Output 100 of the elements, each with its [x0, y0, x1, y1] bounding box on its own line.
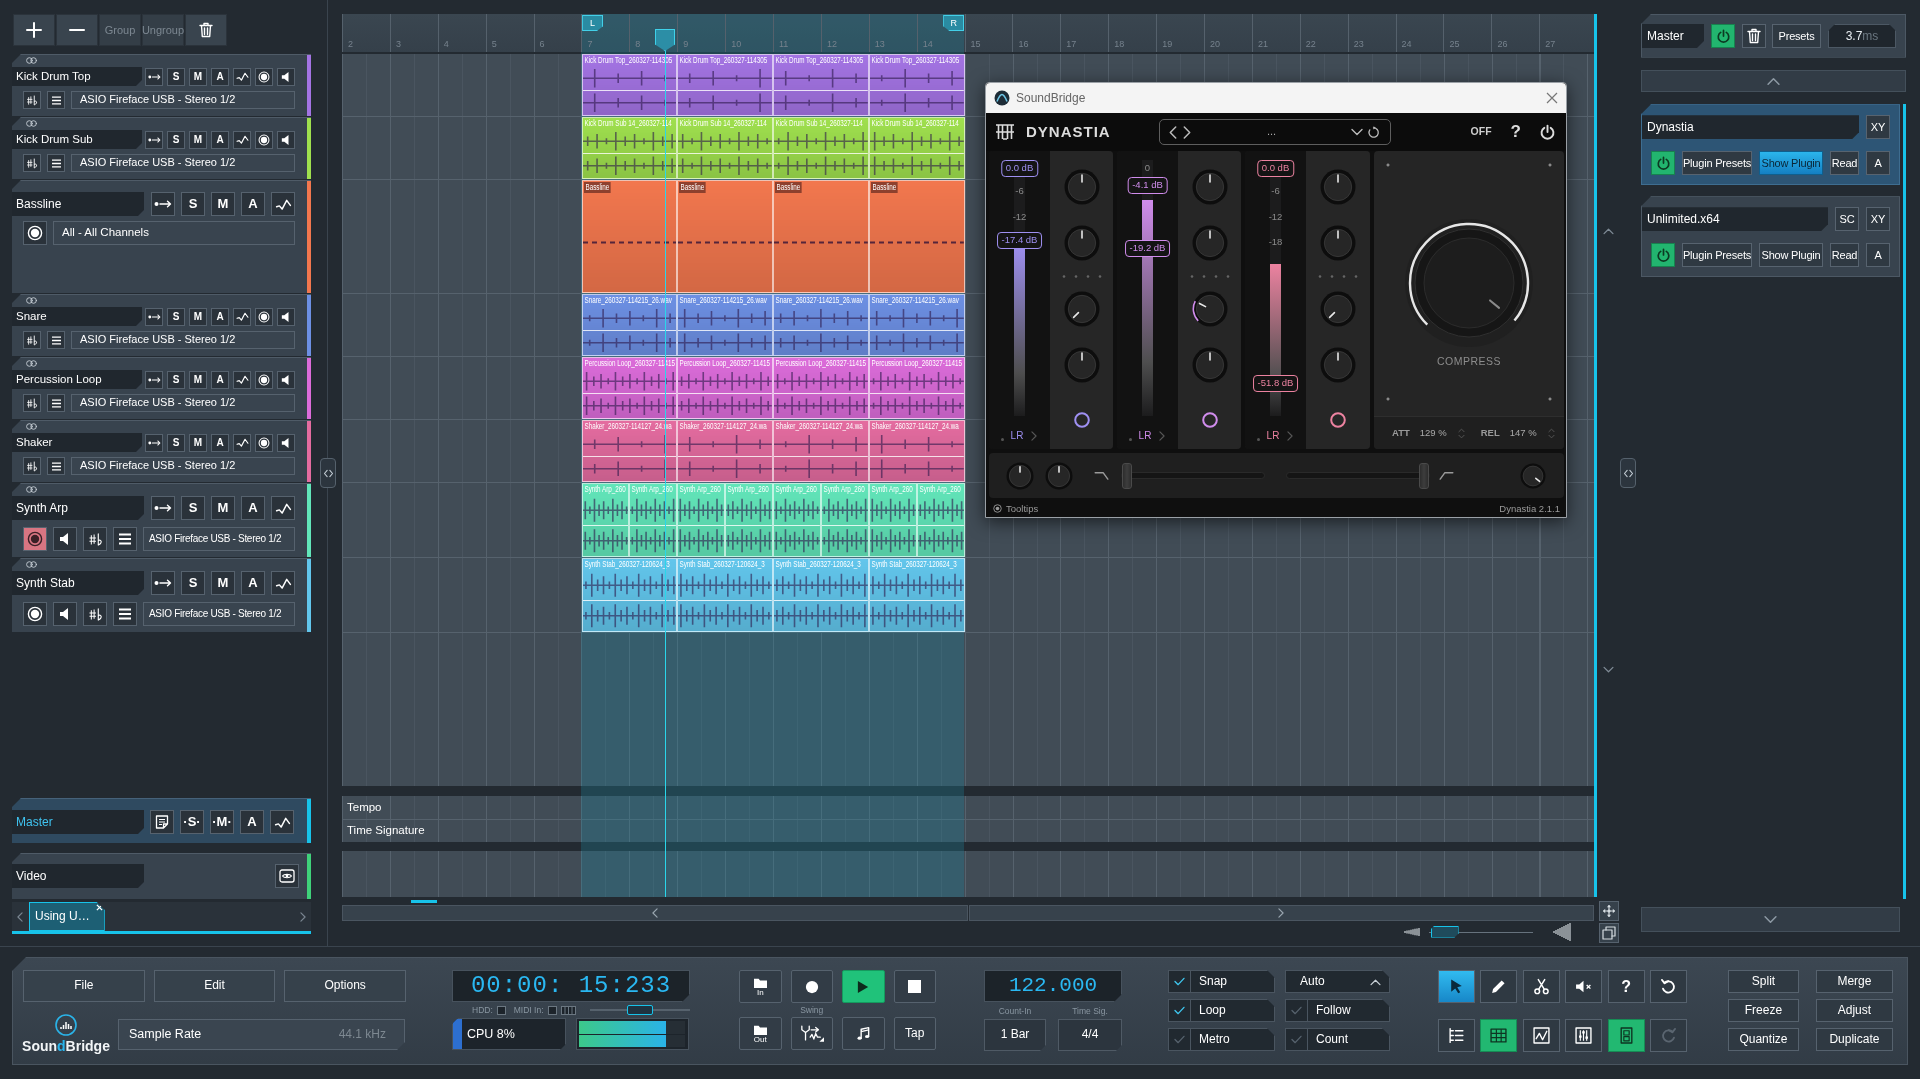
plugin-option-button[interactable]: XY [1866, 115, 1890, 140]
attack-value[interactable]: 129 % [1419, 427, 1447, 439]
toggle-checkbox[interactable]: Follow [1285, 999, 1390, 1022]
input-selector[interactable]: ASIO Fireface USB - Stereo 1/2 [143, 527, 295, 551]
slider-thumb[interactable] [627, 1005, 653, 1015]
track-name-field[interactable]: Shaker [12, 433, 142, 452]
slider-thumb[interactable] [1122, 463, 1132, 489]
midi-clip[interactable]: Bassline [773, 180, 869, 293]
automation-button[interactable] [233, 130, 251, 149]
level-readout[interactable]: 0.0 dB [1256, 160, 1295, 177]
mute-button[interactable]: ·M· [210, 810, 234, 834]
knob[interactable] [1191, 291, 1228, 327]
preset-name[interactable]: ... [1266, 125, 1277, 139]
document-tab[interactable]: Using U… [29, 902, 105, 931]
toggle-checkbox[interactable]: Metro [1168, 1028, 1275, 1051]
automation-button[interactable] [270, 810, 294, 834]
command-button[interactable]: Quantize [1727, 1028, 1799, 1051]
automation-button[interactable] [233, 433, 251, 452]
track-name-field[interactable]: Master [12, 810, 144, 834]
record-arm-button[interactable] [255, 433, 273, 452]
slider-thumb[interactable] [1419, 463, 1429, 489]
midi-clip[interactable]: Bassline [581, 180, 678, 293]
track-name-field[interactable]: Video [12, 864, 144, 888]
level-readout[interactable]: -4.1 dB [1127, 176, 1168, 194]
solo-button[interactable]: S [167, 130, 185, 149]
plugin-option-button[interactable]: XY [1866, 207, 1890, 232]
solo-button[interactable]: S [181, 571, 205, 595]
tuning-button[interactable] [23, 394, 41, 412]
tooltips-toggle[interactable]: Tooltips [1006, 502, 1039, 515]
automation-mode-button[interactable]: A [211, 130, 229, 149]
automation-mode-button[interactable]: A [241, 192, 265, 216]
loop-marker[interactable]: R [943, 15, 965, 31]
video-view-button[interactable] [275, 864, 299, 888]
fit-button[interactable] [1598, 923, 1619, 943]
tuning-button[interactable] [23, 154, 41, 172]
command-button[interactable]: Adjust [1815, 999, 1893, 1022]
record-arm-button[interactable] [255, 130, 273, 149]
tuning-button[interactable] [23, 91, 41, 109]
window-button[interactable] [1607, 1019, 1645, 1052]
automation-mode-button[interactable]: A [211, 433, 229, 452]
solo-button[interactable]: S [167, 433, 185, 452]
metronome-button[interactable] [842, 1017, 885, 1050]
automation-button[interactable] [233, 67, 251, 86]
mixer-button[interactable] [1565, 1019, 1603, 1052]
channel-mode-button[interactable]: LR [1010, 430, 1024, 441]
route-button[interactable] [151, 496, 175, 520]
automation-mode-button[interactable]: A [211, 307, 229, 326]
monitor-button[interactable] [277, 433, 295, 452]
stop-button[interactable] [893, 970, 936, 1003]
monitor-button[interactable] [277, 370, 295, 389]
plugin-slot[interactable]: Unlimited.x64 SC XY Plugin Presets Show Plugin Read A [1641, 196, 1900, 278]
tap-button[interactable]: Tap [893, 1017, 936, 1050]
solo-button[interactable]: ·S· [180, 810, 204, 834]
route-button[interactable] [151, 571, 175, 595]
automation-mode-button[interactable]: A [211, 370, 229, 389]
automation-button[interactable] [233, 370, 251, 389]
tuning-button[interactable] [83, 602, 107, 626]
automation-button[interactable] [233, 307, 251, 326]
move-button[interactable] [1598, 901, 1619, 921]
automation-mode-button[interactable]: A [241, 571, 265, 595]
plugin-option-button[interactable]: SC [1835, 207, 1859, 232]
record-arm-button[interactable] [23, 221, 47, 245]
channel-mode-button[interactable]: LR [1138, 430, 1152, 441]
solo-button[interactable]: S [167, 307, 185, 326]
automation-button[interactable] [271, 571, 295, 595]
route-button[interactable] [145, 67, 163, 86]
list-button[interactable] [1438, 1019, 1475, 1052]
record-arm-button[interactable] [255, 67, 273, 86]
track-name-field[interactable]: Synth Stab [12, 571, 144, 595]
menu-button[interactable] [47, 91, 65, 109]
automation-mode-button[interactable]: A [241, 496, 265, 520]
undo-button[interactable] [1649, 970, 1687, 1003]
level-readout[interactable]: -19.2 dB [1124, 239, 1171, 257]
input-selector[interactable]: ASIO Fireface USB - Stereo 1/2 [71, 91, 295, 109]
mute-button[interactable]: M [211, 496, 235, 520]
level-readout[interactable]: -51.8 dB [1252, 374, 1299, 392]
plugin-button[interactable]: Read [1830, 151, 1859, 176]
monitor-button[interactable] [277, 307, 295, 326]
monitor-button[interactable] [53, 602, 77, 626]
solo-button[interactable]: S [167, 67, 185, 86]
command-button[interactable]: Merge [1815, 970, 1893, 993]
presets-button[interactable]: Presets [1772, 24, 1821, 48]
record-button[interactable] [790, 970, 833, 1003]
tuning-button[interactable] [23, 331, 41, 349]
pencil-button[interactable] [1480, 970, 1518, 1003]
notes-button[interactable] [150, 810, 174, 834]
solo-button[interactable]: S [181, 192, 205, 216]
scroll-thumb[interactable] [1903, 104, 1906, 900]
mode-dropdown[interactable]: Auto [1285, 970, 1390, 993]
graph-button[interactable] [1522, 1019, 1560, 1052]
automation-button[interactable] [271, 496, 295, 520]
table-button[interactable] [1480, 1019, 1518, 1052]
panel-resize-handle[interactable] [320, 458, 336, 488]
panel-resize-handle[interactable] [1620, 458, 1636, 488]
toggle-checkbox[interactable]: Snap [1168, 970, 1275, 993]
play-button[interactable] [842, 970, 885, 1003]
menu-button[interactable]: Edit [153, 970, 276, 1002]
plugin-slot[interactable]: Dynastia XY Plugin Presets Show Plugin Read A [1641, 104, 1900, 186]
tempo-display[interactable]: 122.000 [984, 970, 1122, 1002]
plugin-button[interactable]: Plugin Presets [1682, 151, 1752, 176]
